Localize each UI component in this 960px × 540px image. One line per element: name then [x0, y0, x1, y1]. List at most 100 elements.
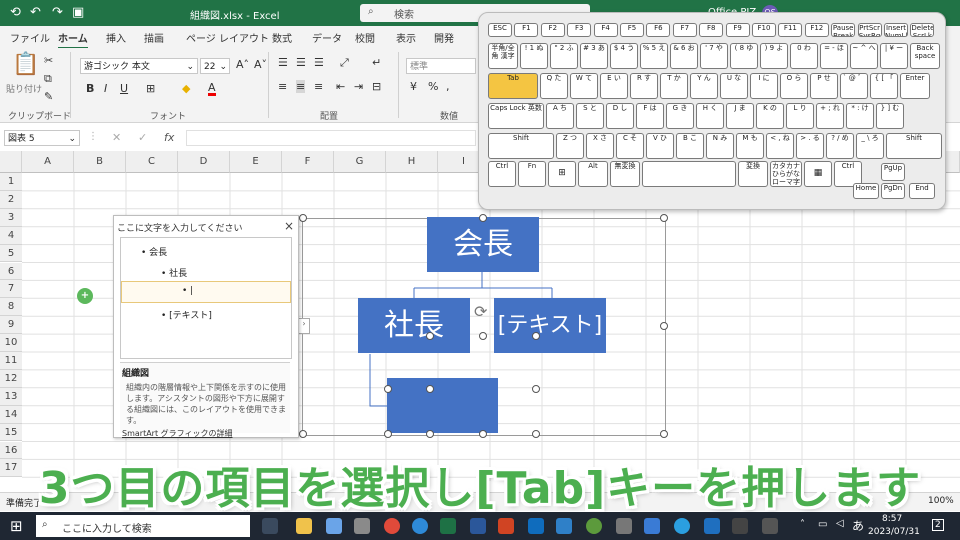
explorer-icon[interactable] [296, 518, 312, 534]
calculator-icon[interactable] [616, 518, 632, 534]
column-header[interactable]: B [74, 151, 126, 173]
key-pgup[interactable]: PgUp [881, 163, 905, 181]
select-all-corner[interactable] [0, 151, 22, 173]
column-header[interactable]: F [282, 151, 334, 173]
key-12[interactable]: F12 [804, 23, 829, 37]
list-item[interactable]: • 会長 [141, 245, 167, 258]
save-icon[interactable]: ▣ [72, 5, 84, 20]
resize-handle[interactable] [426, 332, 434, 340]
paste-icon[interactable]: 📋 [12, 52, 39, 77]
resize-handle[interactable] [426, 385, 434, 393]
key[interactable]: Alt [578, 161, 608, 187]
media-icon[interactable] [704, 518, 720, 534]
copy-icon[interactable]: ⧉ [44, 72, 52, 86]
notification-icon[interactable]: 2 [932, 519, 944, 531]
smartart-help-link[interactable]: SmartArt グラフィックの詳細 [120, 426, 290, 441]
tab-review[interactable]: 校閲 [355, 30, 375, 45]
key[interactable]: | ¥ ー [880, 43, 908, 69]
key[interactable]: Shift [488, 133, 554, 159]
resize-handle[interactable] [479, 430, 487, 438]
row-header[interactable]: 7 [0, 280, 22, 299]
row-header[interactable]: 15 [0, 423, 22, 442]
key[interactable]: 半角/全角 漢字 [488, 43, 518, 69]
app-icon[interactable] [762, 518, 778, 534]
edge-icon[interactable] [412, 518, 428, 534]
key-1[interactable]: F1 [514, 23, 539, 37]
border-icon[interactable]: ⊞ [146, 82, 155, 95]
name-box[interactable]: 図表 5 ⌄ [4, 130, 80, 146]
column-header[interactable]: C [126, 151, 178, 173]
key[interactable]: H く [696, 103, 724, 129]
key[interactable]: K の [756, 103, 784, 129]
key[interactable]: = - ほ [820, 43, 848, 69]
node-text-placeholder[interactable]: [テキスト] [494, 298, 606, 353]
volume-icon[interactable]: ◁ [836, 518, 844, 529]
key[interactable]: + ; れ [816, 103, 844, 129]
underline-button[interactable]: U [120, 82, 128, 95]
resize-handle[interactable] [532, 430, 540, 438]
key[interactable]: 0 わ [790, 43, 818, 69]
tab-home[interactable]: ホーム [58, 30, 88, 49]
align-center-icon[interactable]: ≡ [296, 80, 306, 93]
key[interactable]: Enter [900, 73, 930, 99]
column-header[interactable]: H [386, 151, 438, 173]
key[interactable]: ( 8 ゆ [730, 43, 758, 69]
key[interactable]: B こ [676, 133, 704, 159]
font-color-button[interactable]: A [208, 82, 216, 96]
tab-file[interactable]: ファイル [10, 30, 50, 45]
key[interactable]: C そ [616, 133, 644, 159]
network-icon[interactable]: ▭ [818, 519, 827, 530]
key-2[interactable]: F2 [540, 23, 565, 37]
row-header[interactable]: 3 [0, 208, 22, 227]
key[interactable]: N み [706, 133, 734, 159]
column-header[interactable]: D [178, 151, 230, 173]
tab-formulas[interactable]: 数式 [272, 30, 292, 45]
key[interactable]: A ち [546, 103, 574, 129]
node-new[interactable] [387, 378, 498, 433]
clock-date[interactable]: 2023/07/31 [868, 527, 920, 537]
key[interactable]: Shift [886, 133, 942, 159]
key[interactable]: Fn [518, 161, 546, 187]
key[interactable]: S と [576, 103, 604, 129]
tab-draw[interactable]: 描画 [144, 30, 164, 45]
resize-handle[interactable] [426, 430, 434, 438]
check-icon[interactable]: ✓ [138, 131, 147, 144]
key[interactable]: # 3 あ [580, 43, 608, 69]
tab-developer[interactable]: 開発 [434, 30, 454, 45]
column-header[interactable]: G [334, 151, 386, 173]
excel-icon[interactable] [440, 518, 456, 534]
resize-handle[interactable] [299, 214, 307, 222]
indent-increase-icon[interactable]: ⇥ [354, 80, 363, 93]
key[interactable]: L り [786, 103, 814, 129]
key[interactable]: ▦ [804, 161, 832, 187]
chrome-icon[interactable] [384, 518, 400, 534]
key-home[interactable]: Home [853, 183, 879, 199]
key[interactable]: G き [666, 103, 694, 129]
key-10[interactable]: F10 [752, 23, 776, 37]
outlook-icon[interactable] [528, 518, 544, 534]
column-header[interactable]: E [230, 151, 282, 173]
orientation-icon[interactable]: ⤢ [340, 56, 349, 70]
tab-data[interactable]: データ [312, 30, 342, 45]
key[interactable]: Q た [540, 73, 568, 99]
row-header[interactable]: 4 [0, 226, 22, 245]
vscode-icon[interactable] [556, 518, 572, 534]
row-header[interactable]: 2 [0, 190, 22, 209]
increase-font-icon[interactable]: A˄ [236, 58, 249, 71]
key[interactable]: & 6 お [670, 43, 698, 69]
key[interactable]: T か [660, 73, 688, 99]
key-end[interactable]: End [909, 183, 935, 199]
resize-handle[interactable] [660, 430, 668, 438]
key[interactable]: 変換 [738, 161, 768, 187]
key[interactable]: V ひ [646, 133, 674, 159]
key-11[interactable]: F11 [778, 23, 803, 37]
key-15[interactable]: Insert NumLk [884, 23, 908, 37]
key[interactable]: Caps Lock 英数 [488, 103, 544, 129]
key[interactable]: D し [606, 103, 634, 129]
ime-indicator[interactable]: あ [852, 517, 864, 534]
key-13[interactable]: Pause Break [831, 23, 856, 37]
powerpoint-icon[interactable] [498, 518, 514, 534]
key[interactable]: カタカナ ひらがな ローマ字 [770, 161, 802, 187]
key[interactable]: % 5 え [640, 43, 668, 69]
app-icon[interactable] [586, 518, 602, 534]
